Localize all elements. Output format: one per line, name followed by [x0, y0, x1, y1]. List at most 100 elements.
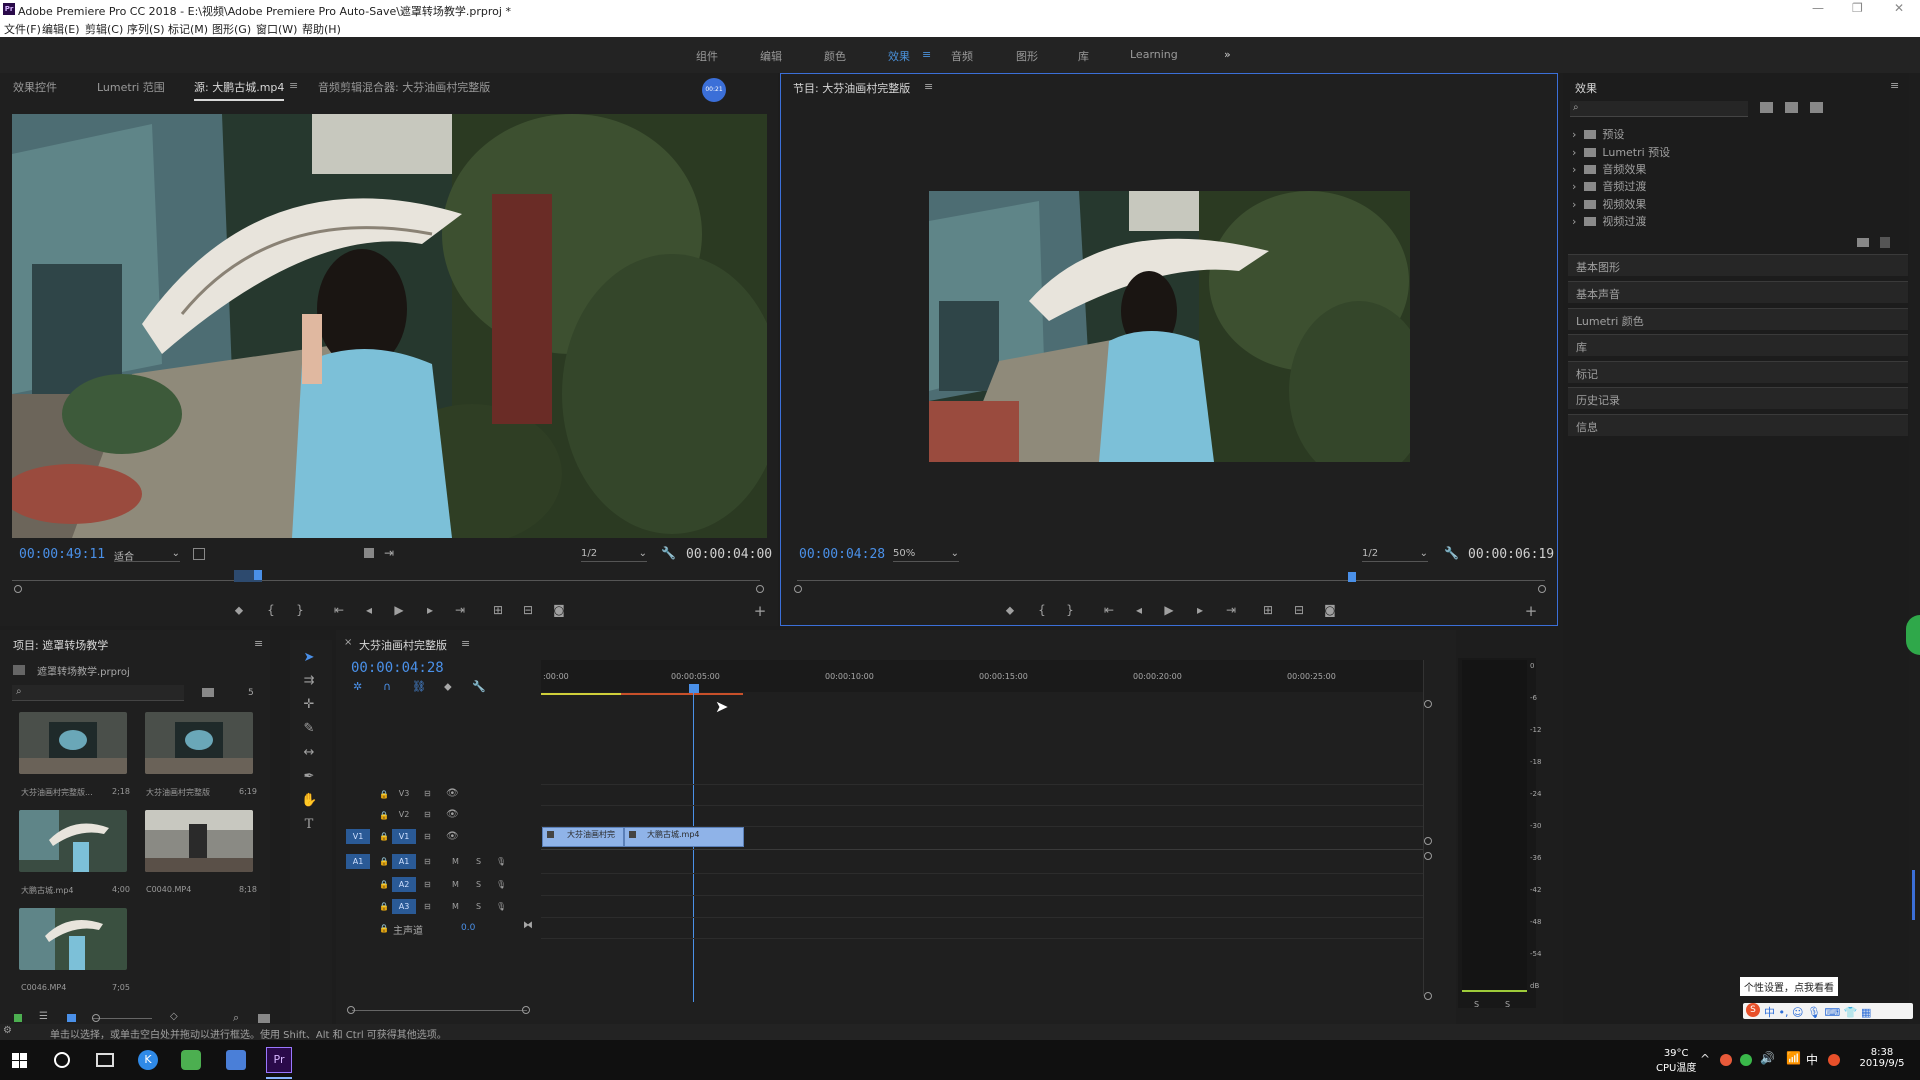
source-zoom-handle-left[interactable] [14, 585, 22, 593]
section-libraries[interactable]: 库 [1568, 334, 1908, 356]
list-view-icon[interactable]: ☰ [39, 1011, 48, 1022]
workspace-assembly[interactable]: 组件 [696, 48, 718, 64]
project-item-thumb[interactable] [145, 712, 253, 774]
track-name-a1[interactable]: A1 [392, 854, 416, 869]
sogou-icon[interactable]: S [1746, 1003, 1760, 1017]
mark-out-icon[interactable]: } [1062, 603, 1078, 617]
lock-icon[interactable]: 🔒 [379, 811, 389, 820]
menu-sequence[interactable]: 序列(S) [127, 21, 165, 37]
sogou-tray-icon[interactable] [1828, 1054, 1840, 1066]
solo-button[interactable]: S [476, 857, 481, 866]
source-patch-v1[interactable]: V1 [346, 829, 370, 844]
source-zoom-handle-right[interactable] [756, 585, 764, 593]
close-button[interactable]: ✕ [1894, 1, 1904, 15]
workspace-overflow-icon[interactable]: » [1224, 48, 1231, 61]
workspace-learning[interactable]: Learning [1130, 48, 1178, 61]
tree-video-effects[interactable]: › 视频效果 [1572, 196, 1646, 212]
minimize-button[interactable]: — [1812, 1, 1824, 15]
go-to-out-icon[interactable]: ⇥ [1223, 603, 1239, 617]
lock-icon[interactable]: 🔒 [379, 924, 389, 933]
program-tab-menu-icon[interactable]: ≡ [924, 80, 933, 93]
sync-lock-icon[interactable]: ⊟ [424, 880, 431, 889]
eye-icon[interactable]: 👁 [446, 831, 459, 842]
workspace-graphics[interactable]: 图形 [1016, 48, 1038, 64]
track-name-v3[interactable]: V3 [397, 789, 411, 798]
mic-icon[interactable]: 🎙 [496, 902, 506, 911]
mark-in-icon[interactable]: { [263, 603, 279, 617]
meter-solo-left[interactable]: S [1474, 1000, 1479, 1009]
search-icon[interactable]: ⌕ [233, 1011, 239, 1025]
mute-button[interactable]: M [452, 902, 459, 911]
step-forward-icon[interactable]: ▸ [1192, 603, 1208, 617]
timeline-clip[interactable]: 大芬油画村完 [542, 827, 624, 847]
workspace-libraries[interactable]: 库 [1078, 48, 1089, 64]
add-marker-icon[interactable]: ⬥ [444, 680, 452, 694]
step-forward-icon[interactable]: ▸ [422, 603, 438, 617]
workspace-effects[interactable]: 效果 [888, 48, 910, 64]
section-history[interactable]: 历史记录 [1568, 387, 1908, 409]
project-item-thumb[interactable] [19, 810, 127, 872]
scroll-handle[interactable] [1424, 852, 1432, 860]
recording-badge[interactable]: 00:21 [702, 78, 726, 102]
thumbnail-zoom-slider[interactable] [92, 1018, 152, 1019]
new-bin-icon[interactable] [1857, 238, 1869, 247]
lock-icon[interactable]: 🔒 [379, 832, 389, 841]
tab-audio-mixer[interactable]: 音频剪辑混合器: 大芬油画村完整版 [318, 79, 490, 95]
master-volume-value[interactable]: 0.0 [461, 923, 475, 933]
track-name-v1[interactable]: V1 [392, 829, 416, 844]
timeline-scrollbar-track[interactable] [1423, 660, 1424, 996]
tray-app-icon[interactable] [1740, 1054, 1752, 1066]
scroll-handle[interactable] [522, 1006, 530, 1014]
kugou-app-icon[interactable]: K [138, 1050, 158, 1070]
project-item-thumb[interactable] [19, 908, 127, 970]
linked-selection-icon[interactable]: ⛓ [412, 680, 426, 693]
add-button-icon[interactable]: + [1523, 604, 1539, 619]
scroll-handle[interactable] [347, 1006, 355, 1014]
insert-icon[interactable]: ⊞ [490, 603, 506, 617]
project-search-input[interactable]: ⌕ [12, 685, 184, 701]
track-name-v2[interactable]: V2 [397, 810, 411, 819]
overwrite-icon[interactable]: ⊟ [520, 603, 536, 617]
program-playhead[interactable] [1348, 572, 1356, 582]
volume-icon[interactable]: 🔊 [1760, 1051, 1775, 1065]
source-sequence-icon[interactable]: ⇥ [384, 546, 394, 560]
sync-lock-icon[interactable]: ⊟ [424, 810, 431, 819]
section-lumetri-color[interactable]: Lumetri 颜色 [1568, 308, 1908, 330]
timeline-horizontal-scroll[interactable] [352, 1010, 527, 1011]
windows-start-icon[interactable] [12, 1053, 27, 1068]
task-view-icon[interactable] [96, 1053, 114, 1067]
section-info[interactable]: 信息 [1568, 414, 1908, 436]
app-icon[interactable] [226, 1050, 246, 1070]
nest-icon[interactable]: ✲ [353, 680, 362, 693]
slider-handle[interactable] [92, 1014, 100, 1022]
eye-icon[interactable]: 👁 [446, 809, 459, 820]
master-expand-icon[interactable]: ⧓ [523, 920, 533, 931]
export-frame-icon[interactable]: ◙ [551, 603, 567, 617]
lock-icon[interactable] [14, 1014, 22, 1022]
program-zoom-handle-right[interactable] [1538, 585, 1546, 593]
play-icon[interactable]: ▶ [391, 603, 407, 617]
scroll-handle[interactable] [1424, 992, 1432, 1000]
export-frame-icon[interactable]: ◙ [1322, 603, 1338, 617]
sync-lock-icon[interactable]: ⊟ [424, 832, 431, 841]
menu-window[interactable]: 窗口(W) [256, 21, 297, 37]
sort-icon[interactable]: ◇ [170, 1011, 178, 1022]
pen-tool-icon[interactable]: ✒ [301, 769, 317, 785]
slip-tool-icon[interactable]: ↔ [301, 745, 317, 761]
lift-icon[interactable]: ⊞ [1260, 603, 1276, 617]
sync-lock-icon[interactable]: ⊟ [424, 789, 431, 798]
workspace-menu-icon[interactable]: ≡ [922, 48, 931, 61]
meter-solo-right[interactable]: S [1505, 1000, 1510, 1009]
timeline-settings-icon[interactable]: 🔧 [472, 680, 486, 693]
menu-edit[interactable]: 编辑(E) [42, 21, 80, 37]
go-to-in-icon[interactable]: ⇤ [331, 603, 347, 617]
source-tab-menu-icon[interactable]: ≡ [289, 79, 298, 92]
search-icon[interactable] [54, 1052, 70, 1068]
ime-indicator[interactable]: 中 [1806, 1051, 1818, 1068]
mic-icon[interactable]: 🎙 [496, 857, 506, 866]
section-essential-graphics[interactable]: 基本图形 [1568, 254, 1908, 276]
eye-icon[interactable]: 👁 [446, 788, 459, 799]
safe-margins-icon[interactable] [193, 548, 205, 560]
menu-file[interactable]: 文件(F) [4, 21, 41, 37]
new-bin-icon[interactable] [202, 688, 214, 697]
